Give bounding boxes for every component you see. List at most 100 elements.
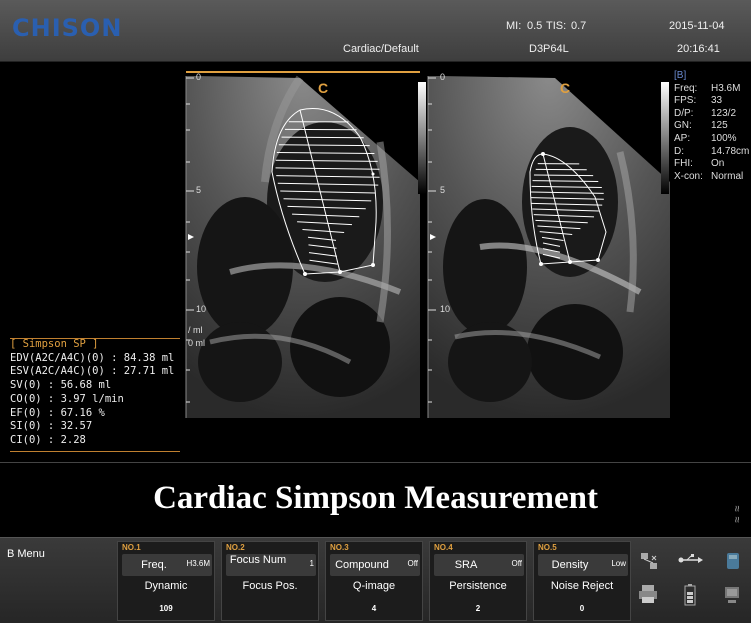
mi-label: MI: xyxy=(506,20,522,32)
noise-reject-value: 0 xyxy=(579,604,585,613)
menu-title: B Menu xyxy=(7,548,45,560)
left-depth-10: 10 xyxy=(196,304,207,314)
density-control[interactable]: Density Low xyxy=(538,554,628,576)
param-value: H3.6M xyxy=(711,82,741,94)
q-image-control[interactable]: Q-image xyxy=(326,580,422,592)
dynamic-control[interactable]: Dynamic xyxy=(118,580,214,592)
param-row: FHI: On xyxy=(674,158,749,171)
group-number: NO.1 xyxy=(122,543,141,552)
group-number: NO.2 xyxy=(226,543,245,552)
noise-reject-control[interactable]: Noise Reject xyxy=(534,580,630,592)
control-label: Compound xyxy=(335,559,389,571)
measurement-divider-bottom xyxy=(10,451,180,452)
ultrasound-image-area[interactable]: 0 5 10 0 5 10 / ml 0 ml C C [B] Freq: H3.… xyxy=(0,62,751,460)
param-row: X-con: Normal xyxy=(674,171,749,184)
cut-label-2: 0 ml xyxy=(188,338,206,348)
menu-group-3: NO.3 Compound Off Q-image 4 xyxy=(325,541,423,621)
param-key: X-con: xyxy=(674,170,703,182)
battery-icon xyxy=(684,584,696,606)
right-view-marker: C xyxy=(560,80,571,96)
left-grayscale-bar xyxy=(418,82,426,194)
param-value: 100% xyxy=(711,132,737,144)
compound-control[interactable]: Compound Off xyxy=(330,554,420,576)
page-scroll-control[interactable]: ≈ ≈ xyxy=(731,503,743,525)
param-key: D/P: xyxy=(674,107,694,119)
persistence-value: 2 xyxy=(475,604,481,613)
banner-title: Cardiac Simpson Measurement xyxy=(153,480,598,516)
left-echo-sector xyxy=(186,75,420,418)
left-depth-0: 0 xyxy=(196,72,202,82)
q-image-value: 4 xyxy=(371,604,377,613)
left-depth-5: 5 xyxy=(196,185,202,195)
param-row: GN: 125 xyxy=(674,120,749,133)
tis-value: 0.7 xyxy=(571,20,587,32)
param-value: 125 xyxy=(711,120,728,132)
bottom-menu-bar: B Menu NO.1 Freq. H3.6M Dynamic 109 NO.2… xyxy=(0,537,751,623)
control-value: H3.6M xyxy=(186,559,210,568)
measurement-title: [ Simpson SP ] xyxy=(10,338,99,350)
storage-icon xyxy=(727,553,739,569)
printer-icon xyxy=(639,585,657,603)
param-row: D: 14.78cm xyxy=(674,146,749,159)
brand-logo: CHISON xyxy=(12,14,123,42)
param-key: D: xyxy=(674,145,684,157)
right-grayscale-bar xyxy=(661,82,669,194)
chevron-down-icon[interactable]: ≈ xyxy=(731,516,743,522)
mi-value: 0.5 xyxy=(527,20,543,32)
param-key: GN: xyxy=(674,120,692,132)
control-value: Off xyxy=(407,559,418,568)
exam-preset: Cardiac/Default xyxy=(343,43,419,55)
menu-group-1: NO.1 Freq. H3.6M Dynamic 109 xyxy=(117,541,215,621)
param-key: Freq: xyxy=(674,82,698,94)
sra-control[interactable]: SRA Off xyxy=(434,554,524,576)
control-label: Focus Num xyxy=(229,554,287,566)
param-mode-tag: [B] xyxy=(674,70,687,81)
exam-time: 20:16:41 xyxy=(677,43,720,55)
group-number: NO.5 xyxy=(538,543,557,552)
measurement-line: SV(0) : 56.68 ml xyxy=(10,379,112,392)
param-row: AP: 100% xyxy=(674,133,749,146)
right-depth-5: 5 xyxy=(440,185,446,195)
control-value: Low xyxy=(611,559,626,568)
menu-group-2: NO.2 Focus Num 1 Focus Pos. xyxy=(221,541,319,621)
usb-icon xyxy=(678,554,703,563)
exam-date: 2015-11-04 xyxy=(669,20,725,32)
freq-control[interactable]: Freq. H3.6M xyxy=(122,554,212,576)
chevron-up-icon[interactable]: ≈ xyxy=(731,505,743,511)
focus-num-control[interactable]: Focus Num 1 xyxy=(226,554,316,576)
probe-name: D3P64L xyxy=(529,43,569,55)
left-view-marker: C xyxy=(318,80,329,96)
param-row: FPS: 33 xyxy=(674,95,749,108)
measurement-line: ESV(A2C/A4C)(0) : 27.71 ml xyxy=(10,365,175,378)
control-label: Freq. xyxy=(141,559,167,571)
top-status-bar: CHISON MI: 0.5 TIS: 0.7 2015-11-04 Cardi… xyxy=(0,0,751,62)
right-depth-0: 0 xyxy=(440,72,446,82)
measurement-line: EDV(A2C/A4C)(0) : 84.38 ml xyxy=(10,351,175,364)
param-value: 123/2 xyxy=(711,107,737,119)
measurement-line: CO(0) : 3.97 l/min xyxy=(10,392,124,405)
right-depth-10: 10 xyxy=(440,304,451,314)
dynamic-value: 109 xyxy=(159,604,173,613)
menu-group-4: NO.4 SRA Off Persistence 2 xyxy=(429,541,527,621)
imaging-parameters: [B] Freq: H3.6M FPS: 33 D/P: 123/2 GN: 125 AP: 10… xyxy=(674,70,749,183)
param-key: FPS: xyxy=(674,95,697,107)
param-key: AP: xyxy=(674,132,691,144)
param-row: D/P: 123/2 xyxy=(674,108,749,121)
control-label: SRA xyxy=(454,559,478,571)
group-number: NO.3 xyxy=(330,543,349,552)
tis-label: TIS: xyxy=(546,20,567,32)
param-value: 14.78cm xyxy=(711,145,750,157)
focus-pos-control[interactable]: Focus Pos. xyxy=(222,580,318,592)
right-echo-sector xyxy=(428,76,670,418)
menu-group-5: NO.5 Density Low Noise Reject 0 xyxy=(533,541,631,621)
param-value: On xyxy=(711,158,725,170)
network-icon xyxy=(641,553,657,569)
group-number: NO.4 xyxy=(434,543,453,552)
measurement-line: CI(0) : 2.28 xyxy=(10,433,86,446)
control-value: Off xyxy=(511,559,522,568)
simpson-disc-line xyxy=(281,136,364,139)
param-row: Freq: H3.6M xyxy=(674,83,749,96)
control-label: Density xyxy=(551,559,589,571)
persistence-control[interactable]: Persistence xyxy=(430,580,526,592)
control-value: 1 xyxy=(309,559,314,568)
